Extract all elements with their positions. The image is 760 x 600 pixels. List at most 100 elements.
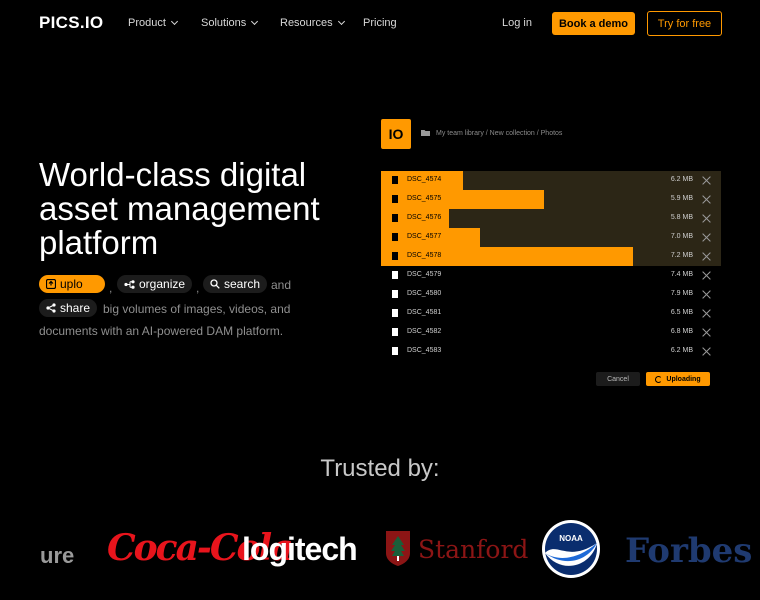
file-name: DSC_4579 <box>407 271 442 278</box>
file-row: DSC_4580 7.9 MB <box>381 285 721 304</box>
file-size: 6.2 MB <box>670 347 693 354</box>
hero-title: World-class digital asset management pla… <box>39 156 320 261</box>
file-size: 7.2 MB <box>670 252 693 259</box>
file-icon <box>392 347 398 355</box>
file-size: 7.4 MB <box>670 271 693 278</box>
file-row: DSC_4582 6.8 MB <box>381 323 721 342</box>
stanford-tree-icon <box>386 531 410 566</box>
trusted-by-heading: Trusted by: <box>320 455 440 482</box>
file-size: 6.2 MB <box>670 176 693 183</box>
chip-upload-label: uplo <box>60 277 83 291</box>
file-row: DSC_4579 7.4 MB <box>381 266 721 285</box>
file-icon <box>392 233 398 241</box>
organize-icon <box>124 279 135 289</box>
chip-share-label: share <box>60 301 91 315</box>
file-row: DSC_4581 6.5 MB <box>381 304 721 323</box>
file-size: 7.0 MB <box>670 233 693 240</box>
hero-description-line2: big volumes of images, videos, and <box>103 302 291 316</box>
chip-search-label: search <box>224 277 261 291</box>
chevron-down-icon <box>337 17 345 26</box>
file-row: DSC_4577 7.0 MB <box>381 228 721 247</box>
remove-file-close-icon[interactable] <box>702 233 711 242</box>
remove-file-close-icon[interactable] <box>702 290 711 299</box>
nav-pricing-label: Pricing <box>363 17 397 29</box>
upload-icon <box>46 279 56 289</box>
file-name: DSC_4581 <box>407 309 442 316</box>
hero-description-line3: documents with an AI-powered DAM platfor… <box>39 324 284 338</box>
comma-separator: , <box>196 281 200 295</box>
and-text: and <box>271 278 292 292</box>
app-logo: IO <box>381 119 411 149</box>
file-icon <box>392 328 398 336</box>
remove-file-close-icon[interactable] <box>702 195 711 204</box>
file-name: DSC_4576 <box>407 214 442 221</box>
noaa-logo: NOAA <box>542 520 600 578</box>
file-row: DSC_4574 6.2 MB <box>381 171 721 190</box>
chevron-down-icon <box>251 17 259 26</box>
share-icon <box>46 303 56 313</box>
file-row: DSC_4575 5.9 MB <box>381 190 721 209</box>
nav-pricing[interactable]: Pricing <box>363 17 397 29</box>
chip-search[interactable]: search <box>203 275 268 293</box>
file-name: DSC_4583 <box>407 347 442 354</box>
uploading-button[interactable]: Uploading <box>646 372 710 386</box>
folder-icon <box>421 130 430 136</box>
forbes-logo: Forbes <box>625 531 753 571</box>
file-icon <box>392 214 398 222</box>
comma-separator: , <box>109 281 113 295</box>
nav-resources-label: Resources <box>280 17 333 29</box>
file-name: DSC_4574 <box>407 176 442 183</box>
nav-solutions-label: Solutions <box>201 17 247 29</box>
search-icon <box>210 279 220 289</box>
customer-logos: ure Coca-Cola logitech Stanford NOAA For… <box>0 515 760 585</box>
remove-file-close-icon[interactable] <box>702 176 711 185</box>
file-size: 6.8 MB <box>670 328 693 335</box>
chip-organize-label: organize <box>139 277 186 291</box>
breadcrumb: My team library / New collection / Photo… <box>436 130 563 137</box>
nav-resources[interactable]: Resources <box>280 17 345 29</box>
file-size: 5.9 MB <box>670 195 693 202</box>
try-free-button[interactable]: Try for free <box>647 11 722 36</box>
file-size: 5.8 MB <box>670 214 693 221</box>
remove-file-close-icon[interactable] <box>702 309 711 318</box>
file-icon <box>392 176 398 184</box>
file-name: DSC_4580 <box>407 290 442 297</box>
logitech-logo: logitech <box>242 531 358 567</box>
nav-solutions[interactable]: Solutions <box>201 17 259 29</box>
book-demo-button[interactable]: Book a demo <box>552 12 635 35</box>
brand-logo-partial: ure <box>40 543 75 568</box>
nav-product[interactable]: Product <box>128 17 178 29</box>
file-name: DSC_4577 <box>407 233 442 240</box>
file-row: DSC_4583 6.2 MB <box>381 342 721 361</box>
file-row: DSC_4578 7.2 MB <box>381 247 721 266</box>
file-name: DSC_4575 <box>407 195 442 202</box>
remove-file-close-icon[interactable] <box>702 252 711 261</box>
file-icon <box>392 252 398 260</box>
remove-file-close-icon[interactable] <box>702 328 711 337</box>
spinner-icon <box>655 375 663 383</box>
file-name: DSC_4578 <box>407 252 442 259</box>
pics-io-logo[interactable]: PICS.IO <box>39 13 103 33</box>
file-icon <box>392 271 398 279</box>
upload-progress-fill <box>381 190 545 209</box>
noaa-logo-text: NOAA <box>559 534 583 543</box>
cancel-button[interactable]: Cancel <box>596 372 640 386</box>
upload-file-list: DSC_4574 6.2 MB DSC_4575 5.9 MB DSC_4576 5.8 … <box>381 171 721 361</box>
chevron-down-icon <box>170 17 178 26</box>
login-link[interactable]: Log in <box>502 17 532 29</box>
remove-file-close-icon[interactable] <box>702 271 711 280</box>
file-icon <box>392 290 398 298</box>
remove-file-close-icon[interactable] <box>702 214 711 223</box>
remove-file-close-icon[interactable] <box>702 347 711 356</box>
chip-share[interactable]: share <box>39 299 98 317</box>
file-row: DSC_4576 5.8 MB <box>381 209 721 228</box>
stanford-logo: Stanford <box>418 535 529 564</box>
uploading-label: Uploading <box>666 375 701 383</box>
chip-organize[interactable]: organize <box>117 275 193 293</box>
file-size: 6.5 MB <box>670 309 693 316</box>
file-icon <box>392 309 398 317</box>
file-size: 7.9 MB <box>670 290 693 297</box>
chip-upload[interactable]: uplo <box>39 275 105 293</box>
file-name: DSC_4582 <box>407 328 442 335</box>
file-icon <box>392 195 398 203</box>
